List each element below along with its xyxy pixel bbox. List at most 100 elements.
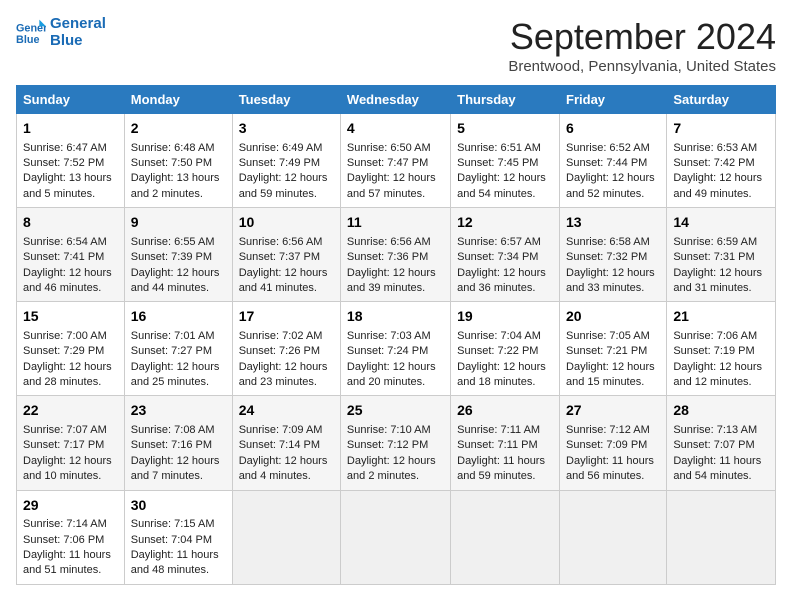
calendar-cell: 14Sunrise: 6:59 AMSunset: 7:31 PMDayligh… <box>667 208 776 302</box>
col-header-saturday: Saturday <box>667 86 776 114</box>
logo: General Blue General Blue <box>16 16 106 49</box>
calendar-cell: 28 Sunrise: 7:13 AMSunset: 7:07 PMDayligh… <box>667 396 776 490</box>
day-number: 15 <box>23 307 118 327</box>
cell-info: Sunrise: 7:13 AMSunset: 7:07 PMDaylight:… <box>673 424 761 482</box>
calendar-cell: 8Sunrise: 6:54 AMSunset: 7:41 PMDaylight… <box>17 208 125 302</box>
location-subtitle: Brentwood, Pennsylvania, United States <box>508 58 776 75</box>
day-number: 23 <box>131 401 226 421</box>
cell-info: Sunrise: 7:06 AMSunset: 7:19 PMDaylight:… <box>673 330 762 388</box>
day-number: 4 <box>347 119 444 139</box>
day-number: 13 <box>566 213 660 233</box>
col-header-wednesday: Wednesday <box>340 86 450 114</box>
day-number: 28 <box>673 401 769 421</box>
calendar-cell <box>340 490 450 584</box>
calendar-table: SundayMondayTuesdayWednesdayThursdayFrid… <box>16 85 776 585</box>
day-number: 20 <box>566 307 660 327</box>
calendar-week-2: 8Sunrise: 6:54 AMSunset: 7:41 PMDaylight… <box>17 208 776 302</box>
calendar-cell: 11Sunrise: 6:56 AMSunset: 7:36 PMDayligh… <box>340 208 450 302</box>
day-number: 2 <box>131 119 226 139</box>
cell-info: Sunrise: 6:48 AMSunset: 7:50 PMDaylight:… <box>131 142 220 200</box>
day-number: 26 <box>457 401 553 421</box>
day-number: 27 <box>566 401 660 421</box>
cell-info: Sunrise: 7:09 AMSunset: 7:14 PMDaylight:… <box>239 424 328 482</box>
day-number: 14 <box>673 213 769 233</box>
calendar-cell: 13 Sunrise: 6:58 AMSunset: 7:32 PMDayligh… <box>560 208 667 302</box>
calendar-cell: 29Sunrise: 7:14 AMSunset: 7:06 PMDayligh… <box>17 490 125 584</box>
day-number: 6 <box>566 119 660 139</box>
day-number: 25 <box>347 401 444 421</box>
calendar-cell: 3 Sunrise: 6:49 AMSunset: 7:49 PMDaylight… <box>232 114 340 208</box>
calendar-cell: 17 Sunrise: 7:02 AMSunset: 7:26 PMDayligh… <box>232 302 340 396</box>
cell-info: Sunrise: 7:12 AMSunset: 7:09 PMDaylight:… <box>566 424 654 482</box>
calendar-cell <box>560 490 667 584</box>
day-number: 30 <box>131 496 226 516</box>
logo-icon: General Blue <box>16 18 46 48</box>
cell-info: Sunrise: 7:10 AMSunset: 7:12 PMDaylight:… <box>347 424 436 482</box>
logo-text-line1: General <box>50 16 106 33</box>
calendar-week-4: 22Sunrise: 7:07 AMSunset: 7:17 PMDayligh… <box>17 396 776 490</box>
svg-text:Blue: Blue <box>16 34 39 46</box>
calendar-week-1: 1 Sunrise: 6:47 AMSunset: 7:52 PMDaylight… <box>17 114 776 208</box>
col-header-thursday: Thursday <box>451 86 560 114</box>
calendar-week-3: 15 Sunrise: 7:00 AMSunset: 7:29 PMDayligh… <box>17 302 776 396</box>
day-number: 11 <box>347 213 444 233</box>
calendar-cell: 4 Sunrise: 6:50 AMSunset: 7:47 PMDaylight… <box>340 114 450 208</box>
page-header: General Blue General Blue September 2024… <box>16 16 776 75</box>
day-number: 24 <box>239 401 334 421</box>
cell-info: Sunrise: 7:08 AMSunset: 7:16 PMDaylight:… <box>131 424 220 482</box>
cell-info: Sunrise: 6:47 AMSunset: 7:52 PMDaylight:… <box>23 142 112 200</box>
cell-info: Sunrise: 7:03 AMSunset: 7:24 PMDaylight:… <box>347 330 436 388</box>
calendar-cell <box>232 490 340 584</box>
calendar-cell: 9Sunrise: 6:55 AMSunset: 7:39 PMDaylight… <box>124 208 232 302</box>
calendar-cell: 24 Sunrise: 7:09 AMSunset: 7:14 PMDayligh… <box>232 396 340 490</box>
title-block: September 2024 Brentwood, Pennsylvania, … <box>508 16 776 75</box>
day-number: 1 <box>23 119 118 139</box>
cell-info: Sunrise: 6:56 AMSunset: 7:37 PMDaylight:… <box>239 236 328 294</box>
calendar-cell: 19Sunrise: 7:04 AMSunset: 7:22 PMDayligh… <box>451 302 560 396</box>
col-header-friday: Friday <box>560 86 667 114</box>
col-header-tuesday: Tuesday <box>232 86 340 114</box>
cell-info: Sunrise: 6:53 AMSunset: 7:42 PMDaylight:… <box>673 142 762 200</box>
cell-info: Sunrise: 7:07 AMSunset: 7:17 PMDaylight:… <box>23 424 112 482</box>
header-row: SundayMondayTuesdayWednesdayThursdayFrid… <box>17 86 776 114</box>
cell-info: Sunrise: 7:02 AMSunset: 7:26 PMDaylight:… <box>239 330 328 388</box>
calendar-cell: 22Sunrise: 7:07 AMSunset: 7:17 PMDayligh… <box>17 396 125 490</box>
cell-info: Sunrise: 7:15 AMSunset: 7:04 PMDaylight:… <box>131 518 219 576</box>
calendar-cell: 26 Sunrise: 7:11 AMSunset: 7:11 PMDayligh… <box>451 396 560 490</box>
cell-info: Sunrise: 6:49 AMSunset: 7:49 PMDaylight:… <box>239 142 328 200</box>
calendar-cell: 20Sunrise: 7:05 AMSunset: 7:21 PMDayligh… <box>560 302 667 396</box>
logo-text-line2: Blue <box>50 33 106 50</box>
day-number: 16 <box>131 307 226 327</box>
calendar-cell: 16 Sunrise: 7:01 AMSunset: 7:27 PMDayligh… <box>124 302 232 396</box>
calendar-cell: 21 Sunrise: 7:06 AMSunset: 7:19 PMDayligh… <box>667 302 776 396</box>
calendar-cell: 12Sunrise: 6:57 AMSunset: 7:34 PMDayligh… <box>451 208 560 302</box>
calendar-cell: 10Sunrise: 6:56 AMSunset: 7:37 PMDayligh… <box>232 208 340 302</box>
calendar-cell: 18 Sunrise: 7:03 AMSunset: 7:24 PMDayligh… <box>340 302 450 396</box>
cell-info: Sunrise: 6:58 AMSunset: 7:32 PMDaylight:… <box>566 236 655 294</box>
day-number: 3 <box>239 119 334 139</box>
calendar-cell: 1 Sunrise: 6:47 AMSunset: 7:52 PMDaylight… <box>17 114 125 208</box>
day-number: 18 <box>347 307 444 327</box>
day-number: 29 <box>23 496 118 516</box>
cell-info: Sunrise: 7:11 AMSunset: 7:11 PMDaylight:… <box>457 424 545 482</box>
cell-info: Sunrise: 6:50 AMSunset: 7:47 PMDaylight:… <box>347 142 436 200</box>
cell-info: Sunrise: 6:57 AMSunset: 7:34 PMDaylight:… <box>457 236 546 294</box>
calendar-cell <box>667 490 776 584</box>
day-number: 19 <box>457 307 553 327</box>
day-number: 7 <box>673 119 769 139</box>
day-number: 21 <box>673 307 769 327</box>
calendar-cell: 27 Sunrise: 7:12 AMSunset: 7:09 PMDayligh… <box>560 396 667 490</box>
month-title: September 2024 <box>508 16 776 58</box>
calendar-cell: 2 Sunrise: 6:48 AMSunset: 7:50 PMDaylight… <box>124 114 232 208</box>
day-number: 17 <box>239 307 334 327</box>
cell-info: Sunrise: 7:14 AMSunset: 7:06 PMDaylight:… <box>23 518 111 576</box>
cell-info: Sunrise: 6:55 AMSunset: 7:39 PMDaylight:… <box>131 236 220 294</box>
cell-info: Sunrise: 6:54 AMSunset: 7:41 PMDaylight:… <box>23 236 112 294</box>
calendar-cell: 5Sunrise: 6:51 AMSunset: 7:45 PMDaylight… <box>451 114 560 208</box>
cell-info: Sunrise: 6:52 AMSunset: 7:44 PMDaylight:… <box>566 142 655 200</box>
calendar-cell: 15 Sunrise: 7:00 AMSunset: 7:29 PMDayligh… <box>17 302 125 396</box>
cell-info: Sunrise: 7:00 AMSunset: 7:29 PMDaylight:… <box>23 330 112 388</box>
cell-info: Sunrise: 6:51 AMSunset: 7:45 PMDaylight:… <box>457 142 546 200</box>
calendar-week-5: 29Sunrise: 7:14 AMSunset: 7:06 PMDayligh… <box>17 490 776 584</box>
cell-info: Sunrise: 7:01 AMSunset: 7:27 PMDaylight:… <box>131 330 220 388</box>
